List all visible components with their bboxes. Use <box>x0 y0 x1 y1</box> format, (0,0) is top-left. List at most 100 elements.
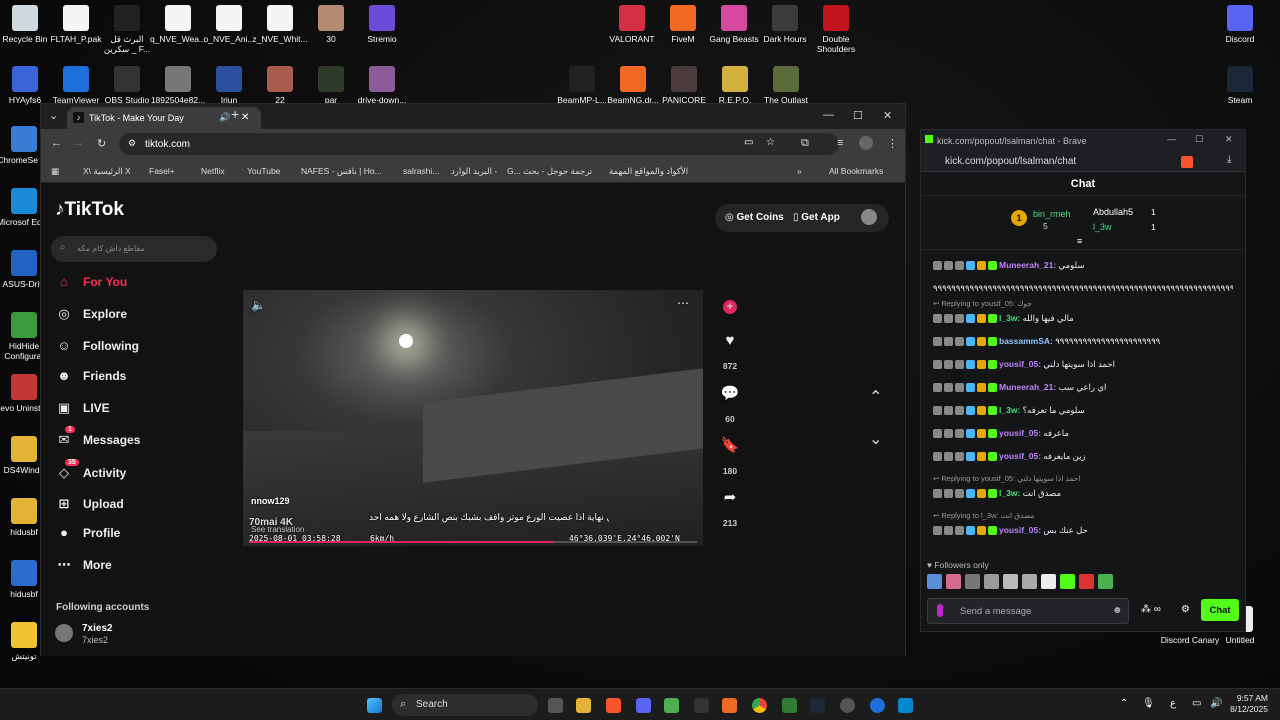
get-app-button[interactable]: ▯ Get App <box>793 212 840 223</box>
discord-taskbar-icon[interactable] <box>636 698 651 713</box>
chat-settings-icon[interactable]: ⚙ <box>1181 604 1190 615</box>
nav-for-you[interactable]: ⌂ For You <box>55 274 127 289</box>
reload-button[interactable]: ↻ <box>97 137 106 150</box>
see-translation[interactable]: See translation <box>251 525 304 534</box>
nav-profile[interactable]: ● Profile <box>55 525 120 540</box>
all-bookmarks[interactable]: All Bookmarks <box>829 166 883 176</box>
bookmark-star-icon[interactable]: ☆ <box>766 137 775 148</box>
bookmark-x[interactable]: X\ الرئيسية X <box>83 166 131 177</box>
reply-context[interactable]: ↩ Replying to l_3w: مصدق انت <box>933 511 1034 520</box>
nav-messages[interactable]: ✉ 1 Messages <box>55 426 140 448</box>
desktop-icon[interactable]: The Outlast <box>756 66 816 105</box>
emote-icon[interactable] <box>1079 574 1094 589</box>
maximize-button[interactable]: ☐ <box>853 109 863 122</box>
follow-button[interactable]: + <box>717 300 743 314</box>
bookmark-codes[interactable]: الأكواد والمواقع المهمة <box>609 166 688 177</box>
bookmark-fasel[interactable]: Fasel+ <box>149 166 175 176</box>
chat-username[interactable]: yousif_05: <box>999 359 1043 369</box>
nav-friends[interactable]: ☻ Friends <box>55 368 126 383</box>
emote-icon[interactable] <box>1098 574 1113 589</box>
bookmark-salrashi[interactable]: salrashi... <box>403 166 439 176</box>
chat-username[interactable]: yousif_05: <box>999 451 1043 461</box>
kick-minimize-button[interactable]: — <box>1167 134 1176 144</box>
network-icon[interactable]: ▭ <box>1192 698 1201 709</box>
chat-message[interactable]: l_3w: سلومي ما تعرفه؟ <box>933 405 1233 416</box>
chat-username[interactable]: Muneerah_21: <box>999 382 1059 392</box>
kick-maximize-button[interactable]: ☐ <box>1195 134 1203 145</box>
gifter-2-name[interactable]: Abdullah5 <box>1093 207 1133 217</box>
emote-icon[interactable] <box>965 574 980 589</box>
bookmark-translate[interactable]: G... ترجمة جوجل - بحث <box>507 166 592 177</box>
brave-icon[interactable] <box>606 698 621 713</box>
app-icon[interactable] <box>694 698 709 713</box>
following-user[interactable]: 7xies2 <box>82 623 113 634</box>
chat-message[interactable]: bassammSA: ٩٩٩٩٩٩٩٩٩٩٩٩٩٩٩٩٩٩٩٩٩٩٩ <box>933 336 1233 347</box>
file-explorer-icon[interactable] <box>576 698 591 713</box>
teamviewer-taskbar-icon[interactable] <box>870 698 885 713</box>
nav-upload[interactable]: ⊞ Upload <box>55 496 124 512</box>
excel-icon[interactable] <box>782 698 797 713</box>
chat-message[interactable]: Muneerah_21: اي راعي سب <box>933 382 1233 393</box>
save-button[interactable]: 🔖 180 <box>717 436 743 476</box>
volume-icon[interactable]: 🔈 <box>251 298 266 312</box>
get-coins-button[interactable]: ◎ Get Coins <box>725 212 784 223</box>
obs-taskbar-icon[interactable] <box>840 698 855 713</box>
desktop-icon[interactable]: Stremio <box>352 5 412 44</box>
chat-message[interactable]: l_3w: مالي فيها والله <box>933 313 1233 324</box>
mic-icon[interactable] <box>937 604 943 617</box>
store-icon[interactable] <box>664 698 679 713</box>
video-progress-bar[interactable] <box>249 541 697 543</box>
chat-username[interactable]: yousif_05: <box>999 428 1043 438</box>
chrome-taskbar-icon[interactable] <box>752 698 767 713</box>
chat-username[interactable]: bassammSA: <box>999 336 1055 346</box>
desktop-icon[interactable]: Double Shoulders <box>806 5 866 54</box>
steam-taskbar-icon[interactable] <box>810 698 825 713</box>
kick-address-bar[interactable]: kick.com/popout/lsalman/chat ⤓ <box>921 152 1245 172</box>
brave-shield-icon[interactable] <box>1181 156 1193 168</box>
next-video-button[interactable]: ⌄ <box>869 429 882 449</box>
desktop-icon[interactable]: Steam <box>1210 66 1270 105</box>
emoji-icon[interactable]: ☻ <box>1112 605 1123 616</box>
new-tab-button[interactable]: + <box>231 106 239 122</box>
comment-button[interactable]: 💬 60 <box>717 384 743 424</box>
collapse-icon[interactable]: ≡ <box>1077 236 1082 246</box>
video-player[interactable]: 🔈 ⋯ nnow129 70mai 4K هذي نهاية اذا عصيت … <box>243 290 703 546</box>
emote-icon[interactable] <box>1060 574 1075 589</box>
address-bar[interactable]: ⚙ tiktok.com ▭ ☆ <box>119 133 839 155</box>
nav-explore[interactable]: ◎ Explore <box>55 306 127 322</box>
desktop-icon[interactable]: drive-down... <box>352 66 412 105</box>
tiktok-logo[interactable]: ♪TikTok <box>55 199 124 221</box>
task-view-icon[interactable] <box>548 698 563 713</box>
send-message-input[interactable]: Send a message ☻ <box>927 598 1129 624</box>
chat-username[interactable]: Muneerah_21: <box>999 260 1059 270</box>
video-caption[interactable]: هذي نهاية اذا عصيت الورع موتر واقف بشبك … <box>369 512 609 523</box>
taskbar-search[interactable]: ⌕ Search <box>392 694 538 716</box>
chat-username[interactable]: yousif_05: <box>999 525 1043 535</box>
video-author[interactable]: nnow129 <box>251 496 290 506</box>
nav-more[interactable]: ⋯ More <box>55 557 112 573</box>
desktop-icon[interactable]: Discord <box>1210 5 1270 44</box>
chat-username[interactable]: l_3w: <box>999 313 1023 323</box>
emote-icon[interactable] <box>984 574 999 589</box>
audio-icon[interactable]: 🔊 <box>219 112 230 123</box>
gifter-3-name[interactable]: l_3w <box>1093 222 1112 232</box>
nav-activity[interactable]: ◇ 35 Activity <box>55 459 126 481</box>
bookmark-netflix[interactable]: Netflix <box>201 166 225 176</box>
media-icon[interactable]: ≡ <box>837 137 843 149</box>
volume-tray-icon[interactable]: 🔊 <box>1210 698 1222 709</box>
start-icon[interactable] <box>367 698 382 713</box>
forward-button[interactable]: → <box>73 137 84 149</box>
chat-message[interactable]: yousif_05: زين مايعرفه <box>933 451 1233 462</box>
mic-tray-icon[interactable]: 🎙 <box>1142 698 1155 709</box>
chat-message[interactable]: l_3w: مصدق انت <box>933 488 1233 499</box>
chat-tools-icon[interactable]: ⁂ ∞ <box>1141 604 1161 615</box>
bookmark-youtube[interactable]: YouTube <box>247 166 280 176</box>
chat-message[interactable]: yousif_05: احمد اذا سويتها دلني <box>933 359 1233 370</box>
tab-search-icon[interactable]: ⌄ <box>49 109 58 122</box>
clock[interactable]: 9:57 AM 8/12/2025 <box>1230 693 1268 715</box>
video-more-icon[interactable]: ⋯ <box>677 296 689 310</box>
emote-icon[interactable] <box>946 574 961 589</box>
profile-avatar[interactable] <box>859 136 873 150</box>
extensions-icon[interactable]: ⧉ <box>801 137 809 150</box>
chat-message[interactable]: ٩٩٩٩٩٩٩٩٩٩٩٩٩٩٩٩٩٩٩٩٩٩٩٩٩٩٩٩٩٩٩٩٩٩٩٩٩٩٩٩… <box>933 283 1233 294</box>
